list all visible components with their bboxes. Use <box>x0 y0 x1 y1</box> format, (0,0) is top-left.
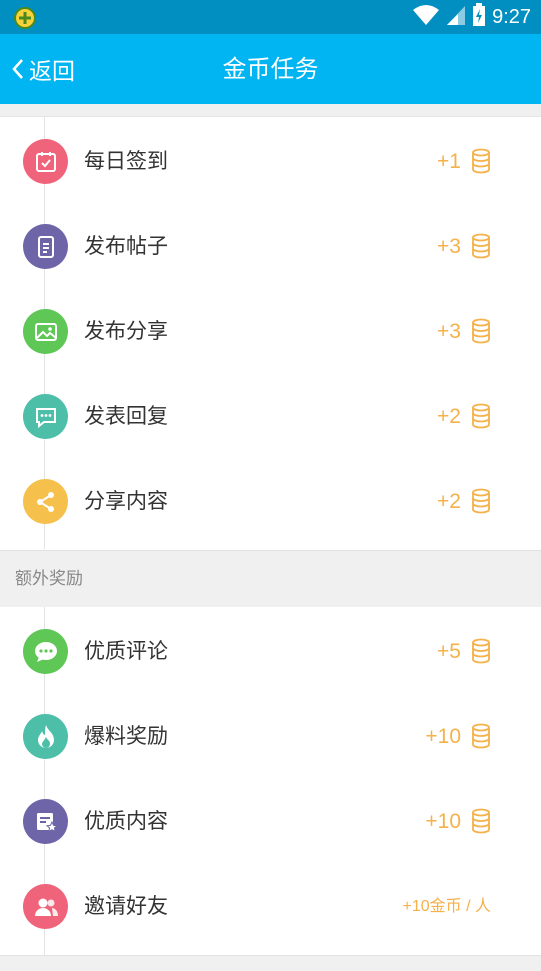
share-icon <box>23 479 68 524</box>
wifi-icon <box>412 4 440 30</box>
task-label: 邀请好友 <box>84 894 168 918</box>
flame-icon <box>23 714 68 759</box>
task-reward: +3 <box>437 320 461 343</box>
chat-bubble-icon <box>23 394 68 439</box>
coin-stack-icon <box>471 808 491 834</box>
task-reward: +10 <box>425 810 461 833</box>
task-label: 每日签到 <box>84 149 168 173</box>
bottom-spacer <box>0 955 541 971</box>
task-label: 发布分享 <box>84 319 168 343</box>
chevron-left-icon <box>12 59 23 79</box>
top-spacer <box>0 104 541 117</box>
task-reward: +2 <box>437 490 461 513</box>
coin-stack-icon <box>471 638 491 664</box>
status-bar: 9:27 <box>0 0 541 34</box>
task-reward: +10 <box>425 725 461 748</box>
task-reward: +1 <box>437 150 461 173</box>
section-header: 额外奖励 <box>0 550 541 608</box>
back-label: 返回 <box>29 59 75 85</box>
battery-charging-icon <box>472 3 486 31</box>
calendar-check-icon <box>23 139 68 184</box>
coin-stack-icon <box>471 148 491 174</box>
task-row[interactable]: 优质内容 +10 <box>0 779 541 864</box>
page-title: 金币任务 <box>222 55 319 83</box>
coin-stack-icon <box>471 403 491 429</box>
task-row[interactable]: 优质评论 +5 <box>0 609 541 694</box>
task-reward: +5 <box>437 640 461 663</box>
task-reward: +10金币 / 人 <box>402 898 491 915</box>
task-row[interactable]: 邀请好友 +10金币 / 人 <box>0 864 541 949</box>
extra-task-list: 优质评论 +5 爆料奖励 +10 优质内容 +10 邀请好友 +10金币 / 人 <box>0 607 541 955</box>
task-label: 爆料奖励 <box>84 724 168 748</box>
comment-icon <box>23 629 68 674</box>
task-row[interactable]: 分享内容 +2 <box>0 459 541 544</box>
task-reward: +3 <box>437 235 461 258</box>
task-label: 优质内容 <box>84 809 168 833</box>
task-label: 发布帖子 <box>84 234 168 258</box>
section-title: 额外奖励 <box>15 569 83 589</box>
starred-document-icon <box>23 799 68 844</box>
task-label: 优质评论 <box>84 639 168 663</box>
status-time: 9:27 <box>492 5 531 28</box>
image-icon <box>23 309 68 354</box>
coin-stack-icon <box>471 233 491 259</box>
task-row[interactable]: 发表回复 +2 <box>0 374 541 459</box>
task-label: 发表回复 <box>84 404 168 428</box>
task-row[interactable]: 爆料奖励 +10 <box>0 694 541 779</box>
document-icon <box>23 224 68 269</box>
task-row[interactable]: 发布帖子 +3 <box>0 204 541 289</box>
back-button[interactable]: 返回 <box>10 34 75 104</box>
coin-stack-icon <box>471 318 491 344</box>
app-notification-icon <box>14 7 36 29</box>
task-reward: +2 <box>437 405 461 428</box>
task-row[interactable]: 每日签到 +1 <box>0 119 541 204</box>
task-label: 分享内容 <box>84 489 168 513</box>
daily-task-list: 每日签到 +1 发布帖子 +3 发布分享 +3 发表回复 +2 分享内容 +2 <box>0 117 541 549</box>
title-bar: 返回 金币任务 <box>0 34 541 104</box>
task-row[interactable]: 发布分享 +3 <box>0 289 541 374</box>
users-icon <box>23 884 68 929</box>
coin-stack-icon <box>471 723 491 749</box>
signal-icon <box>446 4 466 30</box>
coin-stack-icon <box>471 488 491 514</box>
